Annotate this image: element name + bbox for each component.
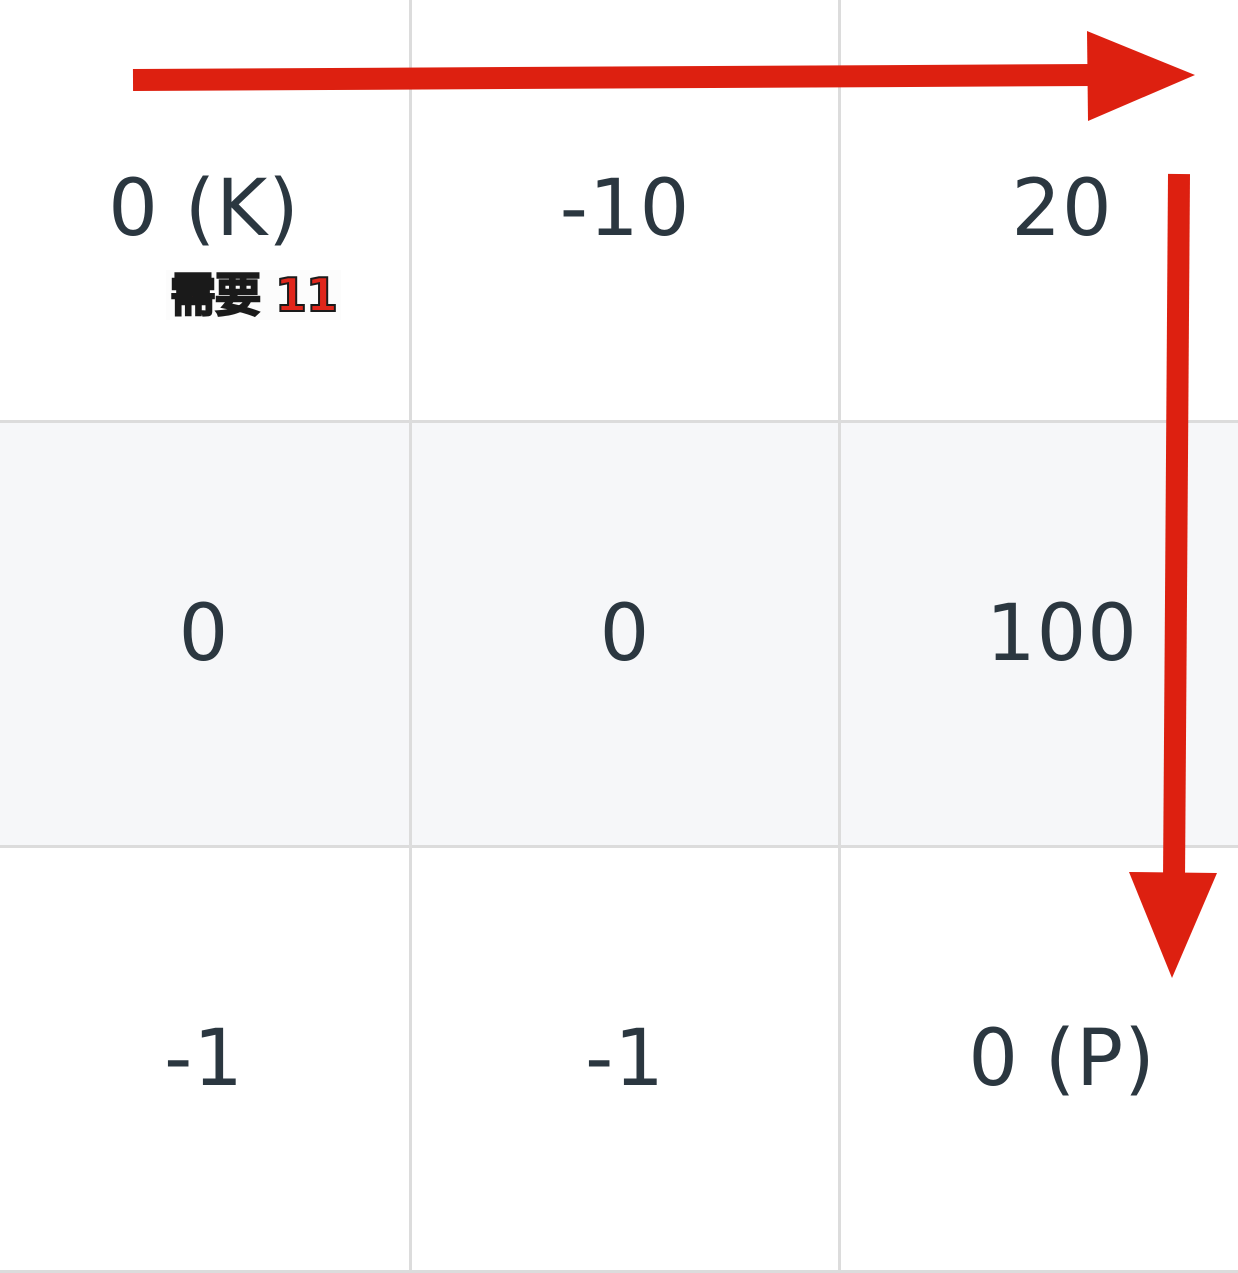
grid-cell: 0 bbox=[411, 422, 840, 847]
annotation-note: 需要 11 bbox=[166, 270, 341, 320]
grid-row: 0 (K) -10 20 bbox=[0, 0, 1238, 422]
grid-cell: 20 bbox=[840, 0, 1238, 422]
grid-cell: 100 bbox=[840, 422, 1238, 847]
grid-cell: 0 (P) bbox=[840, 847, 1238, 1272]
value-grid: 0 (K) -10 20 0 0 100 -1 -1 0 (P) bbox=[0, 0, 1238, 1273]
grid-cell: -1 bbox=[411, 847, 840, 1272]
grid-cell: -1 bbox=[0, 847, 411, 1272]
grid-cell: 0 (K) bbox=[0, 0, 411, 422]
grid-container: 0 (K) -10 20 0 0 100 -1 -1 0 (P) bbox=[0, 0, 1238, 1222]
grid-row: 0 0 100 bbox=[0, 422, 1238, 847]
grid-row: -1 -1 0 (P) bbox=[0, 847, 1238, 1272]
grid-cell: -10 bbox=[411, 0, 840, 422]
grid-cell: 0 bbox=[0, 422, 411, 847]
